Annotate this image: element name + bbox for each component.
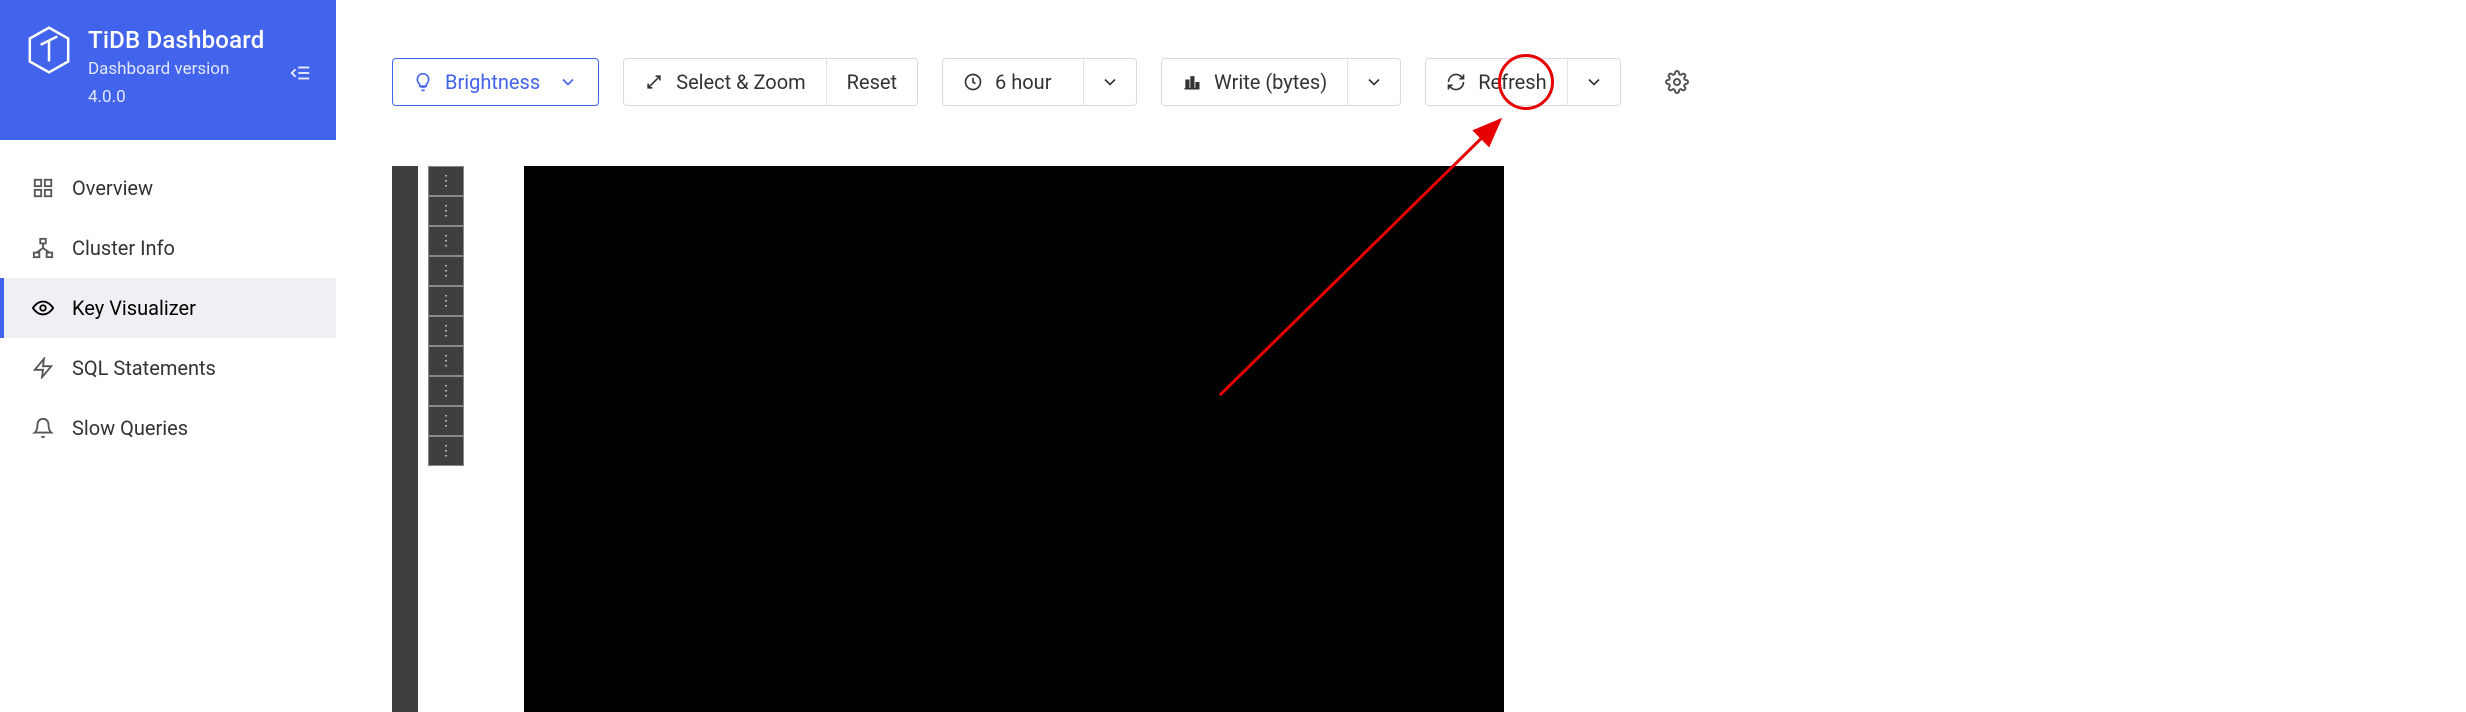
settings-button[interactable] xyxy=(1653,58,1701,106)
sidebar-item-label: Overview xyxy=(72,176,153,200)
brightness-button[interactable]: Brightness xyxy=(392,58,599,106)
expand-arrows-icon xyxy=(644,72,664,92)
sidebar-item-label: SQL Statements xyxy=(72,356,216,380)
chevron-down-icon xyxy=(1584,72,1604,92)
tidb-logo-icon xyxy=(28,26,70,74)
gear-icon xyxy=(1665,70,1689,94)
refresh-chevron[interactable] xyxy=(1567,59,1620,105)
sidebar-item-key-visualizer[interactable]: Key Visualizer xyxy=(0,278,336,338)
app-subtitle-line2: 4.0.0 xyxy=(88,86,264,110)
metric-chevron[interactable] xyxy=(1347,59,1400,105)
tick-cell: ⋮ xyxy=(428,346,464,376)
time-range-label: 6 hour xyxy=(995,70,1051,94)
tick-cell: ⋮ xyxy=(428,316,464,346)
bulb-icon xyxy=(413,72,433,92)
app-root: TiDB Dashboard Dashboard version 4.0.0 O… xyxy=(0,0,2466,712)
ticks-column: ⋮ ⋮ ⋮ ⋮ ⋮ ⋮ ⋮ ⋮ ⋮ ⋮ xyxy=(428,166,464,712)
sidebar-item-slow-queries[interactable]: Slow Queries xyxy=(0,398,336,458)
sidebar-item-sql-statements[interactable]: SQL Statements xyxy=(0,338,336,398)
time-range-value[interactable]: 6 hour xyxy=(943,59,1083,105)
time-range-chevron[interactable] xyxy=(1083,59,1136,105)
zoom-reset-group: Select & Zoom Reset xyxy=(623,58,918,106)
sidebar-nav: Overview Cluster Info Key Visualizer SQL… xyxy=(0,140,336,458)
tick-cell: ⋮ xyxy=(428,226,464,256)
track-column xyxy=(392,166,418,712)
main-content: Brightness Select & Zoom Reset xyxy=(336,0,2466,712)
sidebar-item-label: Cluster Info xyxy=(72,236,175,260)
bar-chart-icon xyxy=(1182,72,1202,92)
tick-cell: ⋮ xyxy=(428,406,464,436)
tick-cell: ⋮ xyxy=(428,256,464,286)
tick-cell: ⋮ xyxy=(428,376,464,406)
reload-icon xyxy=(1446,72,1466,92)
toolbar: Brightness Select & Zoom Reset xyxy=(336,0,2466,106)
chevron-down-icon xyxy=(1100,72,1120,92)
eye-icon xyxy=(32,297,54,319)
menu-collapse-icon[interactable] xyxy=(290,62,312,84)
chevron-down-icon xyxy=(558,72,578,92)
header-texts: TiDB Dashboard Dashboard version 4.0.0 xyxy=(88,26,264,110)
clock-icon xyxy=(963,72,983,92)
refresh-button[interactable]: Refresh xyxy=(1426,59,1566,105)
bell-icon xyxy=(32,417,54,439)
app-subtitle-line1: Dashboard version xyxy=(88,58,264,82)
brightness-label: Brightness xyxy=(445,70,540,94)
visualizer-wrap: ⋮ ⋮ ⋮ ⋮ ⋮ ⋮ ⋮ ⋮ ⋮ ⋮ xyxy=(392,166,2410,712)
reset-button[interactable]: Reset xyxy=(826,59,917,105)
app-title: TiDB Dashboard xyxy=(88,26,264,54)
select-zoom-label: Select & Zoom xyxy=(676,70,805,94)
chevron-down-icon xyxy=(1364,72,1384,92)
visualizer-content: ⋮ ⋮ ⋮ ⋮ ⋮ ⋮ ⋮ ⋮ ⋮ ⋮ xyxy=(336,106,2466,712)
refresh-label: Refresh xyxy=(1478,70,1546,94)
refresh-group: Refresh xyxy=(1425,58,1620,106)
sidebar-item-label: Slow Queries xyxy=(72,416,188,440)
sidebar: TiDB Dashboard Dashboard version 4.0.0 O… xyxy=(0,0,336,712)
tick-cell: ⋮ xyxy=(428,166,464,196)
tick-cell: ⋮ xyxy=(428,196,464,226)
sidebar-item-label: Key Visualizer xyxy=(72,296,196,320)
gap xyxy=(474,166,514,712)
metric-label: Write (bytes) xyxy=(1214,70,1327,94)
sidebar-header: TiDB Dashboard Dashboard version 4.0.0 xyxy=(0,0,336,140)
time-range-select[interactable]: 6 hour xyxy=(942,58,1137,106)
heatmap-canvas[interactable] xyxy=(524,166,1504,712)
metric-select[interactable]: Write (bytes) xyxy=(1161,58,1401,106)
select-zoom-button[interactable]: Select & Zoom xyxy=(624,59,825,105)
bolt-icon xyxy=(32,357,54,379)
tick-cell: ⋮ xyxy=(428,436,464,466)
topology-icon xyxy=(32,237,54,259)
sidebar-item-overview[interactable]: Overview xyxy=(0,158,336,218)
grid-icon xyxy=(32,177,54,199)
reset-label: Reset xyxy=(847,70,897,94)
metric-value[interactable]: Write (bytes) xyxy=(1162,59,1347,105)
tick-cell: ⋮ xyxy=(428,286,464,316)
sidebar-item-cluster-info[interactable]: Cluster Info xyxy=(0,218,336,278)
